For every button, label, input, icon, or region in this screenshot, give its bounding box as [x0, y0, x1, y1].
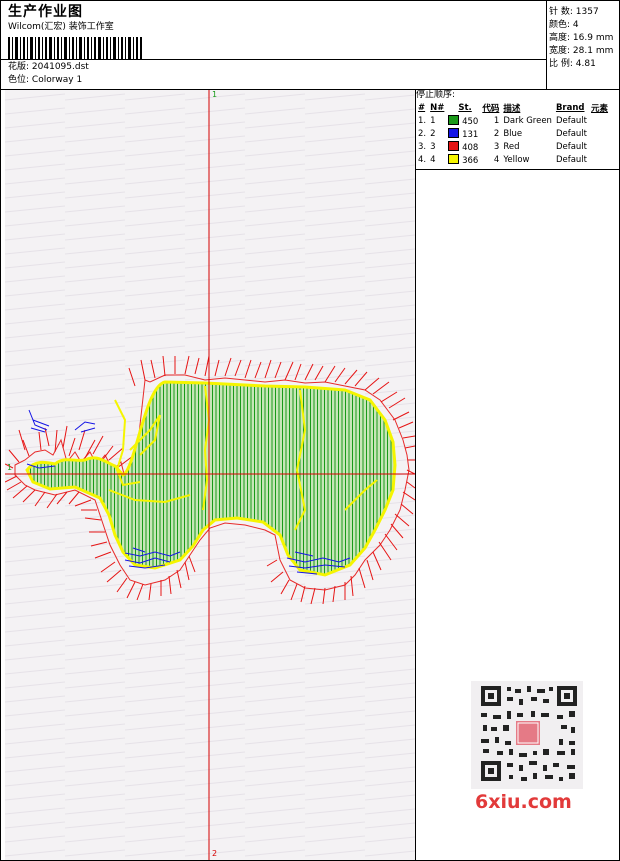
- row-needle: 3: [430, 141, 436, 152]
- design-file-name: 2041095.dst: [31, 62, 89, 72]
- col-header-num: #: [418, 103, 426, 113]
- stat-scale: 比 例: 4.81: [549, 59, 596, 69]
- color-swatch: [448, 127, 460, 138]
- row-desc: Dark Green: [503, 115, 552, 126]
- row-code: 4: [493, 154, 500, 165]
- col-header-desc: 描述: [503, 104, 521, 114]
- table-row: 2. 2 131 2 Blue Default: [416, 127, 610, 140]
- row-desc: Red: [503, 141, 520, 152]
- table-header-row: # N# St. 代码 描述 Brand 元素: [416, 102, 610, 114]
- colorway-label: 色位:: [8, 75, 30, 85]
- design-label: 花版:: [8, 62, 30, 72]
- row-stitches: 450: [446, 114, 480, 127]
- stat-stitches: 针 数: 1357: [549, 7, 599, 17]
- row-stitches: 131: [446, 127, 480, 140]
- colorway-name: Colorway 1: [31, 75, 83, 85]
- row-element: [589, 127, 610, 140]
- barcode-image: [8, 37, 142, 59]
- col-header-brand: Brand: [555, 103, 585, 113]
- row-num: 1.: [418, 115, 427, 126]
- color-swatch: [448, 114, 460, 125]
- row-code: 2: [493, 128, 500, 139]
- site-logo: 6xiu.com: [475, 791, 572, 813]
- stat-width: 宽度: 28.1 mm: [549, 46, 614, 56]
- production-worksheet: 生产作业图 Wilcom(汇宏) 装饰工作室 花版: 2041095.dst 色…: [0, 0, 620, 861]
- panel-divider: [415, 89, 416, 860]
- row-num: 2.: [418, 128, 427, 139]
- seal-stamp: [516, 721, 540, 745]
- row-brand: Default: [555, 115, 588, 126]
- col-header-element: 元素: [591, 104, 609, 114]
- stop-sequence-title: 停止顺序:: [416, 90, 456, 100]
- row-desc: Yellow: [503, 154, 530, 165]
- row-needle: 2: [430, 128, 436, 139]
- row-num: 3.: [418, 141, 427, 152]
- row-brand: Default: [555, 141, 588, 152]
- panel-table-bottom-line: [415, 169, 619, 170]
- table-row: 4. 4 366 4 Yellow Default: [416, 153, 610, 166]
- row-code: 3: [493, 141, 500, 152]
- color-swatch: [448, 140, 460, 151]
- row-desc: Blue: [503, 128, 523, 139]
- table-row: 3. 3 408 3 Red Default: [416, 140, 610, 153]
- qr-code-watermark: [471, 681, 583, 789]
- company-name: Wilcom(汇宏) 装饰工作室: [8, 22, 114, 32]
- col-header-code: 代码: [482, 104, 500, 114]
- stats-divider: [546, 1, 547, 89]
- stat-colors: 颜色: 4: [549, 20, 579, 30]
- row-num: 4.: [418, 154, 427, 165]
- col-header-stitches: St.: [458, 103, 472, 113]
- row-stitches: 408: [446, 140, 480, 153]
- color-swatch: [448, 153, 460, 164]
- row-brand: Default: [555, 128, 588, 139]
- row-element: [589, 140, 610, 153]
- header-divider: [1, 59, 546, 60]
- row-needle: 4: [430, 154, 436, 165]
- row-brand: Default: [555, 154, 588, 165]
- page-title: 生产作业图: [8, 4, 83, 20]
- row-needle: 1: [430, 115, 436, 126]
- row-stitches: 366: [446, 153, 480, 166]
- embroidery-preview: [5, 90, 415, 860]
- table-row: 1. 1 450 1 Dark Green Default: [416, 114, 610, 127]
- design-canvas: 1 2 1: [5, 90, 415, 860]
- row-code: 1: [493, 115, 500, 126]
- colorway-row: 色位: Colorway 1: [8, 75, 82, 86]
- stat-height: 高度: 16.9 mm: [549, 33, 614, 43]
- col-header-needle: N#: [430, 103, 445, 113]
- design-stats: 针 数: 1357 颜色: 4 高度: 16.9 mm 宽度: 28.1 mm …: [549, 6, 613, 71]
- left-axis-marker: 1: [7, 463, 13, 472]
- stop-sequence-table: # N# St. 代码 描述 Brand 元素 1. 1 450 1 Dark …: [416, 102, 610, 166]
- row-element: [589, 114, 610, 127]
- row-element: [589, 153, 610, 166]
- bottom-axis-marker: 2: [212, 849, 218, 858]
- top-axis-marker: 1: [212, 90, 218, 99]
- design-file-row: 花版: 2041095.dst: [8, 62, 89, 73]
